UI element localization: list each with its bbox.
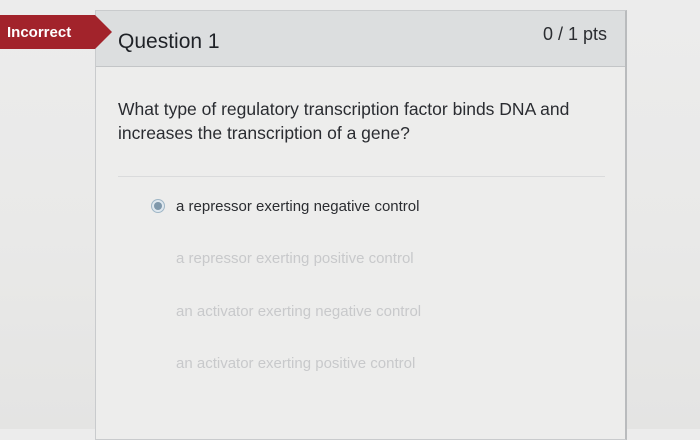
question-card: Question 1 0 / 1 pts What type of regula… (95, 10, 627, 440)
question-title: Question 1 (118, 30, 220, 53)
answer-label: a repressor exerting negative control (176, 197, 420, 215)
question-points: 0 / 1 pts (542, 24, 607, 44)
answer-option-4[interactable]: an activator exerting positive control (151, 352, 415, 374)
incorrect-badge: Incorrect (0, 15, 112, 49)
answer-option-2[interactable]: a repressor exerting positive control (151, 247, 414, 269)
answer-option-3[interactable]: an activator exerting negative control (151, 300, 421, 322)
answer-label: an activator exerting negative control (176, 302, 422, 320)
answer-option-1[interactable]: a repressor exerting negative control (151, 195, 419, 217)
answers-divider (118, 176, 605, 177)
question-header: Question 1 0 / 1 pts (96, 11, 625, 67)
incorrect-badge-label: Incorrect (7, 23, 72, 41)
question-text: What type of regulatory transcription fa… (118, 99, 570, 143)
radio-button-selected[interactable] (151, 199, 165, 213)
answer-label: a repressor exerting positive control (176, 249, 414, 267)
answer-label: an activator exerting positive control (176, 354, 416, 372)
